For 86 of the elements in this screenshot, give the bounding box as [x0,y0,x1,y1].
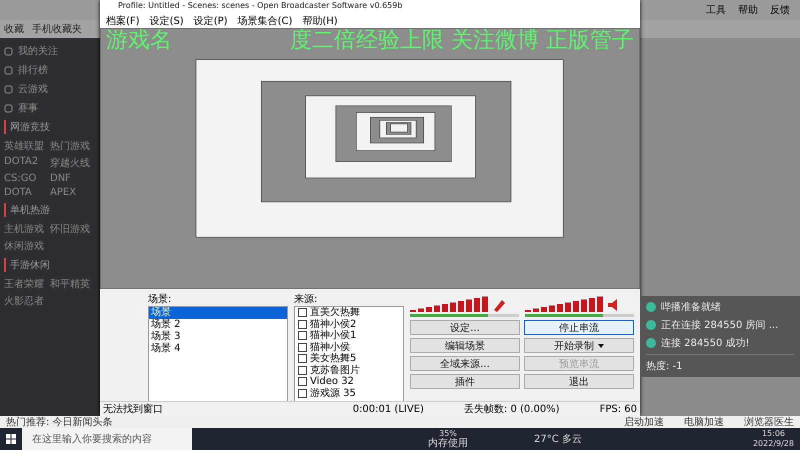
tool-link[interactable]: 浏览器医生 [744,415,794,429]
clock-time[interactable]: 15:06 [762,429,786,439]
category-link[interactable]: DOTA2 [4,156,50,170]
category-link[interactable]: 火影忍者 [4,294,50,308]
source-item[interactable]: 猫神小侯 [310,342,350,353]
memory-label: 内存使用 [428,439,468,449]
chat-message: 正在连接 284550 房间 ... [661,318,778,332]
category-link[interactable]: 和平精英 [50,277,96,291]
action-button[interactable]: 全域来源... [410,356,520,371]
category-link[interactable]: APEX [50,187,96,198]
dropdown-icon [598,344,604,348]
category-link[interactable]: 王者荣耀 [4,277,50,291]
checkbox[interactable] [298,388,307,398]
category-link[interactable]: 穿越火线 [50,156,96,170]
scene-item[interactable]: 场景 [149,307,287,319]
category-link[interactable]: 主机游戏 [4,222,50,236]
overlay-text: 度二倍经验上限 关注微博 正版管子 [290,28,634,54]
source-item[interactable]: 美女热舞5 [310,353,356,364]
menu-icon [4,104,13,112]
menu-item[interactable]: 帮助 [738,3,758,17]
sidebar-item[interactable]: 排行榜 [18,63,48,77]
section-title: 手游休闲 [4,258,96,272]
sidebar-item[interactable]: 我的关注 [18,44,58,58]
menu-item[interactable]: 设定(P) [194,14,228,28]
scenes-label: 场景: [148,292,172,306]
action-button[interactable]: 插件 [410,374,520,389]
scene-item[interactable]: 场景 2 [149,319,287,331]
chat-message: 连接 284550 成功! [661,336,750,350]
category-link[interactable]: 怀旧游戏 [50,222,96,236]
status-text: 无法找到窗口 [103,402,164,416]
source-item[interactable]: 游戏源 35 [310,388,356,399]
action-button[interactable]: 编辑场景 [410,338,520,353]
weather-text[interactable]: 27°C 多云 [534,432,582,446]
sidebar-item[interactable]: 云游戏 [18,82,48,96]
news-headline[interactable]: 热门推荐: 今日新闻头条 [6,415,604,429]
scene-item[interactable]: 场景 3 [149,331,287,343]
menu-icon [4,84,13,94]
section-title: 单机热游 [4,203,96,217]
checkbox[interactable] [298,354,307,364]
checkbox[interactable] [298,366,307,375]
checkbox[interactable] [298,331,307,340]
bookmark-link[interactable]: 手机收藏夹 [32,22,82,36]
heat-text: 热度: -1 [646,354,794,373]
menu-icon [4,46,13,56]
category-link[interactable]: DNF [50,173,96,184]
category-link[interactable]: 热门游戏 [50,139,96,153]
overlay-text: 游戏名 [106,28,172,54]
menu-item[interactable]: 工具 [706,3,726,17]
action-button[interactable]: 开始录制 [524,338,634,353]
memory-usage: 35% [439,429,457,438]
sidebar-item[interactable]: 赛事 [18,101,38,115]
menu-item[interactable]: 档案(F) [106,14,140,28]
scene-item[interactable]: 场景 4 [149,343,287,355]
checkbox[interactable] [298,308,307,318]
menu-item[interactable]: 设定(S) [150,14,184,28]
sources-label: 来源: [294,292,318,306]
action-button[interactable]: 退出 [524,374,634,389]
menu-item[interactable]: 反馈 [770,3,790,17]
category-link[interactable]: 英雄联盟 [4,139,50,153]
checkbox[interactable] [298,377,307,386]
chat-message: 哔播准备就绪 [661,300,721,314]
source-item[interactable]: 克苏鲁图片 [310,364,360,376]
checkbox[interactable] [298,342,307,352]
window-title: Profile: Untitled - Scenes: scenes - Open Broadcaster Software v0.659b [100,0,640,14]
tool-link[interactable]: 电脑加速 [684,415,724,429]
source-item[interactable]: 猫神小侯2 [310,318,356,330]
menu-item[interactable]: 帮助(H) [302,14,338,28]
status-text: 丢失帧数: 0 (0.00%) [464,402,560,416]
bookmark-link[interactable]: 收藏 [4,22,24,36]
source-item[interactable]: 猫神小侯1 [310,330,356,342]
category-link[interactable]: CS:GO [4,173,50,184]
windows-start-icon[interactable] [6,434,16,444]
source-item[interactable]: Video 32 [310,376,354,388]
action-button[interactable]: 设定... [410,320,520,335]
section-title: 网游竞技 [4,120,96,134]
search-field[interactable]: 在这里输入你要搜索的内容 [22,428,192,450]
clock-date[interactable]: 2022/9/28 [752,439,794,449]
action-button[interactable]: 停止串流 [524,320,634,335]
menu-icon [4,66,13,74]
status-text: FPS: 60 [600,404,637,414]
tool-link[interactable]: 启动加速 [624,415,664,429]
status-text: 0:00:01 (LIVE) [352,404,424,414]
category-link[interactable]: DOTA [4,187,50,198]
menu-item[interactable]: 场景集合(C) [238,14,292,28]
category-link[interactable]: 休闲游戏 [4,239,50,253]
checkbox[interactable] [298,320,307,329]
